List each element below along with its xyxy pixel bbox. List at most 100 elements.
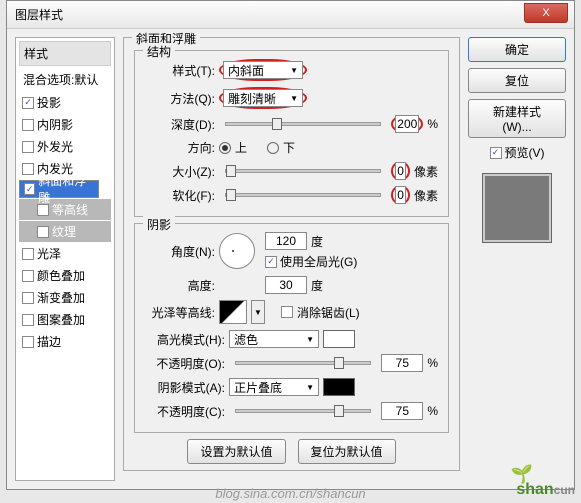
style-checkbox[interactable]: [22, 97, 34, 109]
structure-fieldset: 结构 样式(T): 内斜面▼ 方法(Q): 雕刻清晰▼ 深: [134, 50, 449, 217]
style-item-等高线[interactable]: 等高线: [19, 199, 111, 220]
style-checkbox[interactable]: [22, 163, 34, 175]
degree-unit: 度: [311, 277, 323, 294]
style-checkbox[interactable]: [22, 292, 34, 304]
styles-list: 样式 混合选项:默认 投影内阴影外发光内发光斜面和浮雕等高线纹理光泽颜色叠加渐变…: [15, 37, 115, 481]
percent-unit: %: [427, 404, 438, 418]
preview-checkbox[interactable]: [490, 147, 502, 159]
highlight-circle: 200: [391, 115, 423, 133]
soften-label: 软化(F):: [145, 187, 215, 204]
layer-style-dialog: 图层样式 X 样式 混合选项:默认 投影内阴影外发光内发光斜面和浮雕等高线纹理光…: [6, 0, 575, 490]
style-item-投影[interactable]: 投影: [19, 92, 111, 113]
global-light-checkbox[interactable]: [265, 256, 277, 268]
technique-select[interactable]: 雕刻清晰▼: [223, 89, 303, 107]
style-checkbox[interactable]: [22, 248, 34, 260]
style-item-label: 颜色叠加: [37, 267, 85, 284]
style-label: 样式(T):: [145, 62, 215, 79]
new-style-button[interactable]: 新建样式(W)...: [468, 99, 566, 138]
angle-dial[interactable]: [219, 233, 255, 269]
direction-up-radio[interactable]: [219, 142, 231, 154]
ok-button[interactable]: 确定: [468, 37, 566, 62]
blend-options[interactable]: 混合选项:默认: [19, 68, 111, 91]
shading-fieldset: 阴影 角度(N): 120 度 使用全局光(G): [134, 223, 449, 433]
pixel-unit: 像素: [414, 187, 438, 204]
chevron-down-icon: ▼: [290, 94, 298, 103]
depth-label: 深度(D):: [145, 116, 215, 133]
style-checkbox[interactable]: [24, 183, 35, 195]
shading-legend: 阴影: [143, 216, 175, 233]
gloss-contour-picker[interactable]: [219, 300, 247, 324]
window-title: 图层样式: [15, 6, 63, 23]
highlight-color-swatch[interactable]: [323, 330, 355, 348]
antialias-label: 消除锯齿(L): [297, 304, 360, 321]
highlight-opacity-input[interactable]: 75: [381, 354, 423, 372]
gloss-contour-label: 光泽等高线:: [145, 304, 215, 321]
antialias-checkbox[interactable]: [281, 306, 293, 318]
direction-down-radio[interactable]: [267, 142, 279, 154]
style-item-外发光[interactable]: 外发光: [19, 136, 111, 157]
highlight-circle: 0: [391, 162, 410, 180]
style-item-纹理[interactable]: 纹理: [19, 221, 111, 242]
style-checkbox[interactable]: [37, 226, 49, 238]
style-checkbox[interactable]: [22, 270, 34, 282]
style-item-图案叠加[interactable]: 图案叠加: [19, 309, 111, 330]
style-item-label: 描边: [37, 333, 61, 350]
style-item-描边[interactable]: 描边: [19, 331, 111, 352]
style-checkbox[interactable]: [22, 314, 34, 326]
style-item-渐变叠加[interactable]: 渐变叠加: [19, 287, 111, 308]
global-light-label: 使用全局光(G): [280, 253, 357, 270]
shadow-mode-label: 阴影模式(A):: [145, 379, 225, 396]
depth-input[interactable]: 200: [395, 115, 419, 133]
style-item-斜面和浮雕[interactable]: 斜面和浮雕: [19, 180, 99, 198]
style-item-label: 等高线: [52, 201, 88, 218]
altitude-label: 高度:: [145, 277, 215, 294]
make-default-button[interactable]: 设置为默认值: [187, 439, 285, 464]
preview-label: 预览(V): [505, 144, 545, 161]
style-item-label: 纹理: [52, 223, 76, 240]
style-item-label: 图案叠加: [37, 311, 85, 328]
shadow-opacity-label: 不透明度(C):: [145, 403, 225, 420]
depth-slider[interactable]: [225, 122, 381, 126]
close-button[interactable]: X: [524, 3, 568, 23]
gloss-contour-dropdown[interactable]: ▼: [251, 300, 265, 324]
style-checkbox[interactable]: [22, 141, 34, 153]
size-slider[interactable]: [225, 169, 381, 173]
style-item-label: 外发光: [37, 138, 73, 155]
shadow-color-swatch[interactable]: [323, 378, 355, 396]
style-select[interactable]: 内斜面▼: [223, 61, 303, 79]
shadow-opacity-slider[interactable]: [235, 409, 371, 413]
degree-unit: 度: [311, 233, 323, 250]
pixel-unit: 像素: [414, 163, 438, 180]
angle-input[interactable]: 120: [265, 232, 307, 250]
highlight-circle: 0: [391, 186, 410, 204]
highlight-mode-select[interactable]: 滤色▼: [229, 330, 319, 348]
reset-default-button[interactable]: 复位为默认值: [298, 439, 396, 464]
style-item-光泽[interactable]: 光泽: [19, 243, 111, 264]
percent-unit: %: [427, 356, 438, 370]
soften-slider[interactable]: [225, 193, 381, 197]
style-checkbox[interactable]: [22, 336, 34, 348]
altitude-input[interactable]: 30: [265, 276, 307, 294]
percent-unit: %: [427, 117, 438, 131]
soften-input[interactable]: 0: [395, 186, 406, 204]
preview-swatch: [482, 173, 552, 243]
shadow-mode-select[interactable]: 正片叠底▼: [229, 378, 319, 396]
titlebar: 图层样式 X: [7, 1, 574, 29]
styles-header: 样式: [19, 41, 111, 66]
style-item-内阴影[interactable]: 内阴影: [19, 114, 111, 135]
cancel-button[interactable]: 复位: [468, 68, 566, 93]
highlight-opacity-label: 不透明度(O):: [145, 355, 225, 372]
style-item-label: 光泽: [37, 245, 61, 262]
size-input[interactable]: 0: [395, 162, 406, 180]
style-checkbox[interactable]: [37, 204, 49, 216]
highlight-opacity-slider[interactable]: [235, 361, 371, 365]
style-checkbox[interactable]: [22, 119, 34, 131]
shadow-opacity-input[interactable]: 75: [381, 402, 423, 420]
style-item-label: 投影: [37, 94, 61, 111]
watermark-text: blog.sina.com.cn/shancun: [0, 486, 581, 501]
highlight-mode-label: 高光模式(H):: [145, 331, 225, 348]
style-item-颜色叠加[interactable]: 颜色叠加: [19, 265, 111, 286]
highlight-circle: 雕刻清晰▼: [219, 87, 307, 109]
angle-label: 角度(N):: [145, 243, 215, 260]
structure-legend: 结构: [143, 43, 175, 60]
